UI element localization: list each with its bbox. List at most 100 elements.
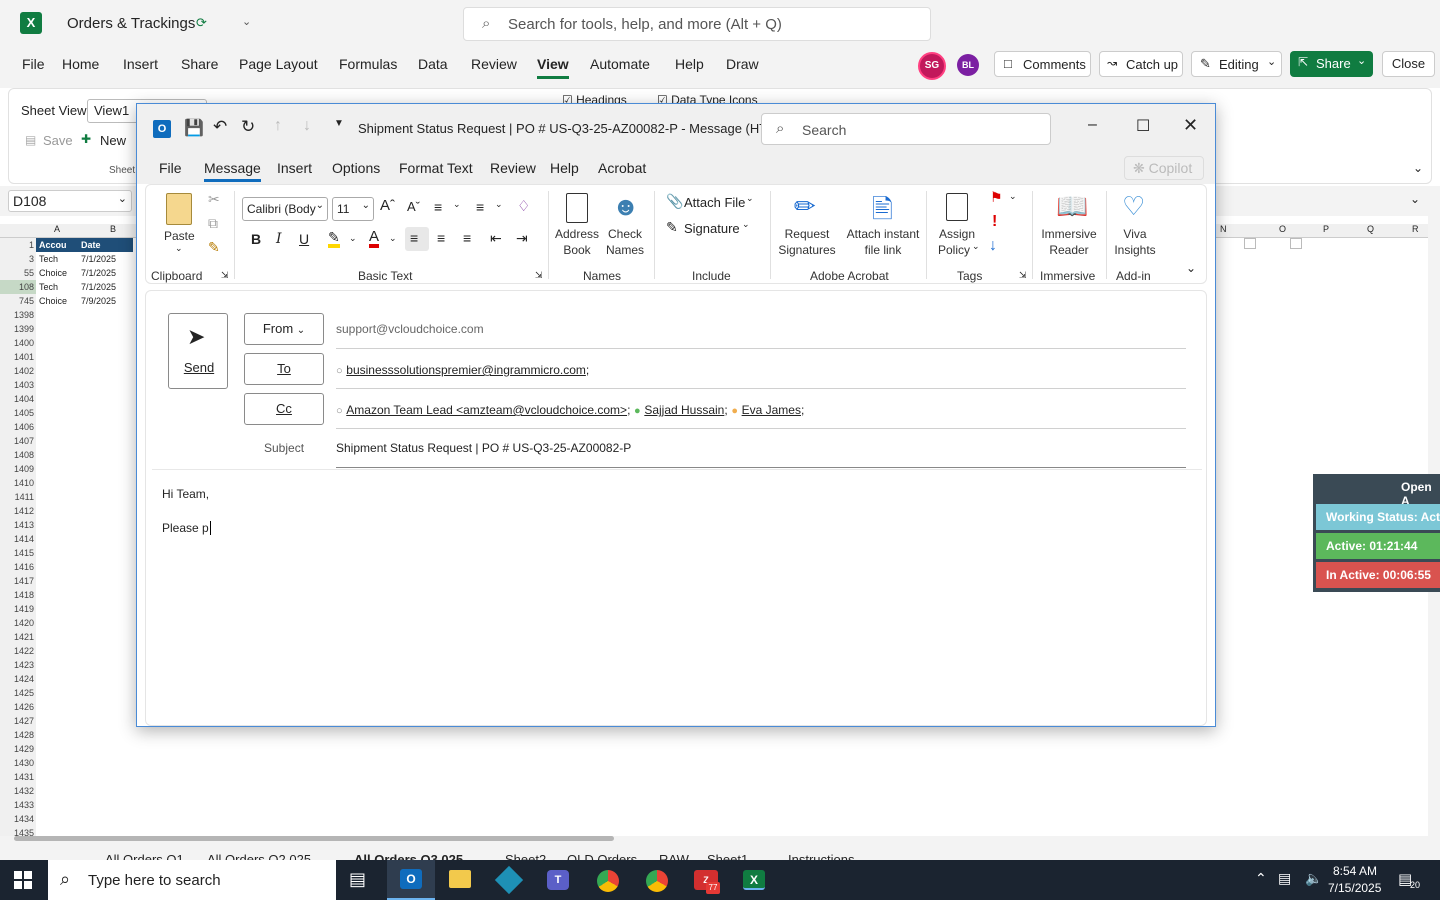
row-header[interactable]: 1409: [0, 462, 36, 476]
row-header[interactable]: 1432: [0, 784, 36, 798]
row-header[interactable]: 1435: [0, 826, 36, 836]
row-header[interactable]: 1402: [0, 364, 36, 378]
header-cell[interactable]: Accou: [39, 238, 67, 252]
file-explorer-icon[interactable]: [449, 870, 471, 888]
align-left-icon[interactable]: ≡: [405, 227, 429, 251]
windows-start-icon[interactable]: [14, 871, 32, 889]
signature-button[interactable]: ✎ Signature ⌄: [664, 219, 756, 239]
excel-tab-share[interactable]: Share: [181, 56, 218, 72]
font-size-select[interactable]: 11 ⌄: [332, 197, 374, 221]
tab-file[interactable]: File: [159, 160, 182, 176]
row-header[interactable]: 1434: [0, 812, 36, 826]
row-header[interactable]: 3: [0, 252, 36, 266]
row-header[interactable]: 1404: [0, 392, 36, 406]
row-header[interactable]: 1427: [0, 714, 36, 728]
table-cell[interactable]: 7/1/2025: [81, 252, 116, 266]
row-header[interactable]: 1418: [0, 588, 36, 602]
taskbar-date[interactable]: 7/15/2025: [1328, 881, 1381, 895]
align-center-icon[interactable]: ≡: [437, 230, 445, 246]
row-header[interactable]: 1401: [0, 350, 36, 364]
chevron-down-icon[interactable]: ⌄: [389, 233, 397, 244]
row-header[interactable]: 1398: [0, 308, 36, 322]
cc-recipient[interactable]: Amazon Team Lead <amzteam@vcloudchoice.c…: [346, 403, 627, 417]
assign-policy-button[interactable]: Assign Policy ⌄: [932, 189, 982, 265]
cc-field[interactable]: ○ Amazon Team Lead <amzteam@vcloudchoice…: [336, 402, 804, 417]
table-cell[interactable]: 7/1/2025: [81, 280, 116, 294]
comments-button[interactable]: □ Comments: [994, 51, 1091, 77]
name-box[interactable]: D108 ⌄: [8, 190, 132, 212]
row-header[interactable]: 1425: [0, 686, 36, 700]
excel-tab-insert[interactable]: Insert: [123, 56, 158, 72]
chevron-down-icon[interactable]: ⌄: [1009, 191, 1017, 202]
message-body[interactable]: Hi Team, Please p: [152, 473, 1202, 723]
cc-button[interactable]: Cc: [244, 393, 324, 425]
taskbar-time[interactable]: 8:54 AM: [1333, 864, 1377, 878]
chevron-down-icon[interactable]: ⌄: [495, 199, 503, 210]
row-header[interactable]: 1417: [0, 574, 36, 588]
header-cell[interactable]: Date: [81, 238, 101, 252]
column-header[interactable]: O: [1279, 224, 1286, 234]
row-header[interactable]: 1407: [0, 434, 36, 448]
arrow-down-icon[interactable]: ↓: [303, 117, 311, 135]
cc-recipient[interactable]: Sajjad Hussain: [644, 403, 724, 417]
row-header[interactable]: 1430: [0, 756, 36, 770]
row-header[interactable]: 1413: [0, 518, 36, 532]
arrow-up-icon[interactable]: ↑: [274, 117, 282, 135]
font-name-select[interactable]: Calibri (Body ⌄: [242, 197, 328, 221]
row-header[interactable]: 108: [0, 280, 36, 294]
dialog-launcher-icon[interactable]: ⇲: [1019, 270, 1027, 281]
share-button[interactable]: ⇱ Share ⌄: [1290, 51, 1373, 77]
avatar[interactable]: SG: [918, 52, 946, 80]
high-importance-icon[interactable]: !: [992, 213, 997, 231]
row-header[interactable]: 1: [0, 238, 36, 252]
row-header[interactable]: 745: [0, 294, 36, 308]
redo-icon[interactable]: ↻: [241, 117, 255, 137]
table-cell[interactable]: 7/9/2025: [81, 294, 116, 308]
check-names-button[interactable]: ☻ Check Names: [602, 189, 648, 265]
request-signatures-button[interactable]: ✏ Request Signatures: [774, 189, 840, 265]
filter-dropdown-icon[interactable]: [1290, 238, 1302, 249]
row-header[interactable]: 1416: [0, 560, 36, 574]
save-icon[interactable]: 💾: [184, 118, 204, 138]
excel-tab-home[interactable]: Home: [62, 56, 99, 72]
row-header[interactable]: 1410: [0, 476, 36, 490]
chevron-down-icon[interactable]: ⌄: [349, 233, 357, 244]
row-header[interactable]: 1421: [0, 630, 36, 644]
subject-field[interactable]: Shipment Status Request | PO # US-Q3-25-…: [336, 441, 631, 455]
save-view-button[interactable]: Save: [43, 133, 73, 148]
row-header[interactable]: 1412: [0, 504, 36, 518]
table-cell[interactable]: Tech: [39, 252, 58, 266]
table-cell[interactable]: Choice: [39, 266, 67, 280]
row-header[interactable]: 1423: [0, 658, 36, 672]
excel-tab-view[interactable]: View: [537, 56, 569, 79]
to-button[interactable]: To: [244, 353, 324, 385]
undo-icon[interactable]: ↶: [213, 117, 227, 137]
tab-options[interactable]: Options: [332, 160, 380, 176]
column-header[interactable]: Q: [1367, 224, 1374, 234]
maximize-icon[interactable]: ☐: [1136, 116, 1150, 136]
row-header[interactable]: 1428: [0, 728, 36, 742]
volume-icon[interactable]: 🔈: [1305, 870, 1322, 887]
excel-search-box[interactable]: ⌕ Search for tools, help, and more (Alt …: [463, 7, 931, 41]
chrome-profile-icon[interactable]: [646, 870, 668, 892]
column-header[interactable]: A: [54, 224, 60, 234]
horizontal-scrollbar[interactable]: [14, 836, 614, 841]
close-icon[interactable]: ✕: [1183, 115, 1198, 136]
outlook-search-box[interactable]: ⌕ Search: [761, 113, 1051, 145]
row-header[interactable]: 1399: [0, 322, 36, 336]
row-header[interactable]: 1422: [0, 644, 36, 658]
numbering-icon[interactable]: ≡: [476, 199, 484, 215]
ribbon-collapse-icon[interactable]: ⌄: [1413, 161, 1423, 175]
to-field[interactable]: ○ businesssolutionspremier@ingrammicro.c…: [336, 362, 589, 377]
outlook-taskbar-icon[interactable]: O: [387, 860, 435, 900]
ribbon-options-icon[interactable]: ⌄: [1186, 261, 1196, 275]
row-header[interactable]: 55: [0, 266, 36, 280]
column-header[interactable]: N: [1220, 224, 1227, 234]
row-header[interactable]: 1411: [0, 490, 36, 504]
styles-icon[interactable]: ♢: [517, 197, 530, 215]
chevron-down-icon[interactable]: ⌄: [242, 15, 251, 28]
row-header[interactable]: 1403: [0, 378, 36, 392]
excel-tab-data[interactable]: Data: [418, 56, 448, 72]
task-view-icon[interactable]: ▤: [349, 869, 366, 890]
row-header[interactable]: 1420: [0, 616, 36, 630]
